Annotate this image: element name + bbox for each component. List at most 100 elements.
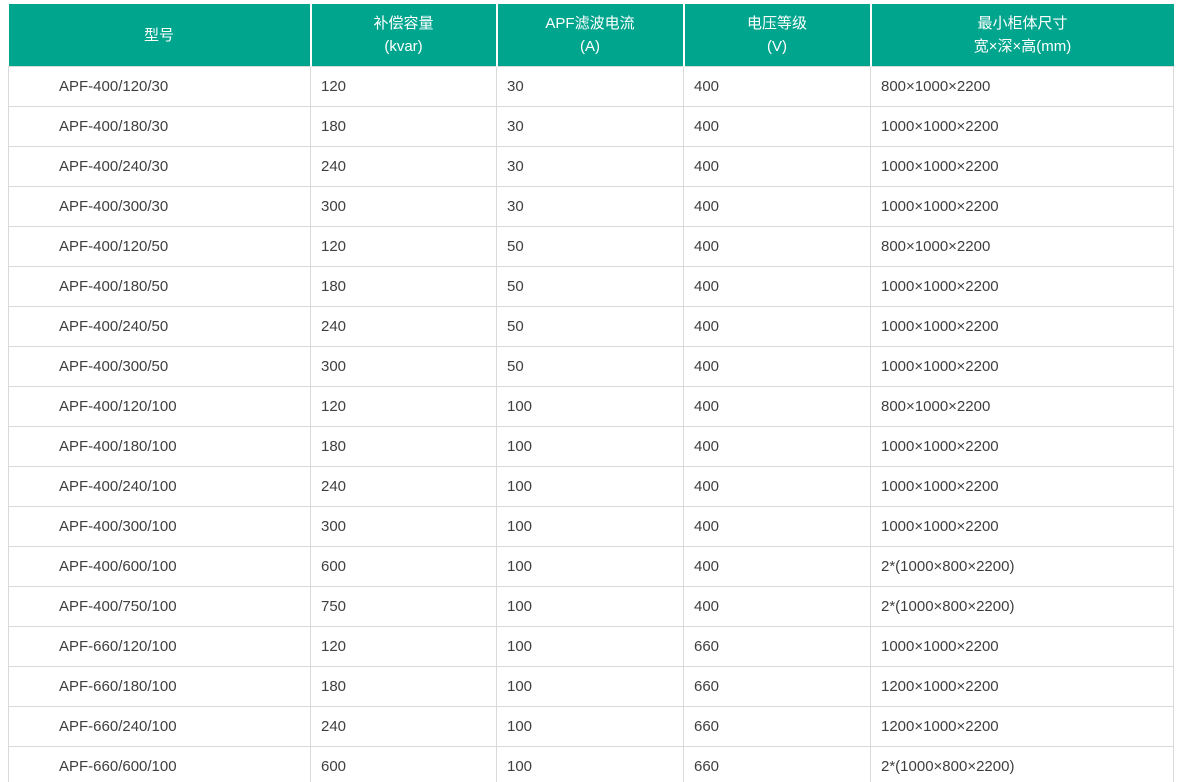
table-row: APF-660/240/100 240 100 660 1200×1000×22… (9, 707, 1174, 747)
model-cell: APF-400/300/30 (9, 187, 311, 227)
voltage-cell: 400 (684, 267, 871, 307)
voltage-cell: 400 (684, 467, 871, 507)
model-cell: APF-400/180/100 (9, 427, 311, 467)
dimensions-cell: 800×1000×2200 (871, 387, 1174, 427)
current-cell: 100 (497, 387, 684, 427)
header-label: 电压等级 (685, 12, 870, 35)
voltage-cell: 400 (684, 587, 871, 627)
capacity-cell: 240 (311, 467, 497, 507)
current-cell: 100 (497, 507, 684, 547)
table-row: APF-400/120/100 120 100 400 800×1000×220… (9, 387, 1174, 427)
table-row: APF-400/180/50 180 50 400 1000×1000×2200 (9, 267, 1174, 307)
capacity-cell: 240 (311, 307, 497, 347)
model-cell: APF-400/240/50 (9, 307, 311, 347)
model-cell: APF-400/120/50 (9, 227, 311, 267)
capacity-cell: 120 (311, 227, 497, 267)
table-row: APF-400/120/30 120 30 400 800×1000×2200 (9, 67, 1174, 107)
header-unit: (A) (498, 35, 683, 58)
current-cell: 50 (497, 227, 684, 267)
current-cell: 100 (497, 427, 684, 467)
current-cell: 50 (497, 267, 684, 307)
header-cell-model: 型号 (9, 4, 311, 67)
voltage-cell: 400 (684, 347, 871, 387)
current-cell: 30 (497, 107, 684, 147)
table-row: APF-400/300/30 300 30 400 1000×1000×2200 (9, 187, 1174, 227)
capacity-cell: 240 (311, 707, 497, 747)
capacity-cell: 300 (311, 507, 497, 547)
voltage-cell: 400 (684, 227, 871, 267)
model-cell: APF-400/300/100 (9, 507, 311, 547)
spec-table-container: 型号 补偿容量 (kvar) APF滤波电流 (A) 电压等级 (V) 最小柜体… (0, 0, 1185, 782)
capacity-cell: 300 (311, 347, 497, 387)
voltage-cell: 400 (684, 427, 871, 467)
dimensions-cell: 1000×1000×2200 (871, 467, 1174, 507)
capacity-cell: 180 (311, 427, 497, 467)
dimensions-cell: 2*(1000×800×2200) (871, 587, 1174, 627)
capacity-cell: 600 (311, 747, 497, 782)
header-label: APF滤波电流 (498, 12, 683, 35)
current-cell: 100 (497, 547, 684, 587)
table-row: APF-400/180/100 180 100 400 1000×1000×22… (9, 427, 1174, 467)
current-cell: 100 (497, 467, 684, 507)
header-unit: 宽×深×高(mm) (872, 35, 1174, 58)
dimensions-cell: 1200×1000×2200 (871, 667, 1174, 707)
header-cell-capacity: 补偿容量 (kvar) (311, 4, 497, 67)
dimensions-cell: 800×1000×2200 (871, 67, 1174, 107)
voltage-cell: 400 (684, 307, 871, 347)
header-cell-dimensions: 最小柜体尺寸 宽×深×高(mm) (871, 4, 1174, 67)
table-row: APF-660/120/100 120 100 660 1000×1000×22… (9, 627, 1174, 667)
capacity-cell: 750 (311, 587, 497, 627)
dimensions-cell: 1000×1000×2200 (871, 347, 1174, 387)
header-cell-filter-current: APF滤波电流 (A) (497, 4, 684, 67)
header-unit: (kvar) (312, 35, 496, 58)
dimensions-cell: 2*(1000×800×2200) (871, 747, 1174, 782)
voltage-cell: 400 (684, 507, 871, 547)
model-cell: APF-400/750/100 (9, 587, 311, 627)
dimensions-cell: 1000×1000×2200 (871, 427, 1174, 467)
capacity-cell: 180 (311, 267, 497, 307)
dimensions-cell: 1000×1000×2200 (871, 307, 1174, 347)
header-label: 最小柜体尺寸 (872, 12, 1174, 35)
capacity-cell: 180 (311, 107, 497, 147)
voltage-cell: 400 (684, 547, 871, 587)
current-cell: 30 (497, 67, 684, 107)
table-row: APF-660/180/100 180 100 660 1200×1000×22… (9, 667, 1174, 707)
model-cell: APF-400/120/100 (9, 387, 311, 427)
model-cell: APF-400/120/30 (9, 67, 311, 107)
voltage-cell: 660 (684, 667, 871, 707)
capacity-cell: 120 (311, 627, 497, 667)
table-row: APF-400/600/100 600 100 400 2*(1000×800×… (9, 547, 1174, 587)
model-cell: APF-400/240/30 (9, 147, 311, 187)
capacity-cell: 240 (311, 147, 497, 187)
voltage-cell: 400 (684, 147, 871, 187)
model-cell: APF-660/120/100 (9, 627, 311, 667)
table-row: APF-660/600/100 600 100 660 2*(1000×800×… (9, 747, 1174, 782)
current-cell: 100 (497, 587, 684, 627)
table-body: APF-400/120/30 120 30 400 800×1000×2200 … (9, 67, 1174, 782)
model-cell: APF-660/240/100 (9, 707, 311, 747)
table-row: APF-400/240/100 240 100 400 1000×1000×22… (9, 467, 1174, 507)
model-cell: APF-400/240/100 (9, 467, 311, 507)
table-row: APF-400/300/100 300 100 400 1000×1000×22… (9, 507, 1174, 547)
current-cell: 50 (497, 347, 684, 387)
model-cell: APF-400/600/100 (9, 547, 311, 587)
header-unit: (V) (685, 35, 870, 58)
table-row: APF-400/240/50 240 50 400 1000×1000×2200 (9, 307, 1174, 347)
dimensions-cell: 2*(1000×800×2200) (871, 547, 1174, 587)
current-cell: 100 (497, 627, 684, 667)
dimensions-cell: 1200×1000×2200 (871, 707, 1174, 747)
dimensions-cell: 1000×1000×2200 (871, 267, 1174, 307)
capacity-cell: 180 (311, 667, 497, 707)
model-cell: APF-400/180/50 (9, 267, 311, 307)
model-cell: APF-660/600/100 (9, 747, 311, 782)
table-row: APF-400/240/30 240 30 400 1000×1000×2200 (9, 147, 1174, 187)
current-cell: 100 (497, 707, 684, 747)
header-label: 型号 (9, 24, 310, 47)
table-row: APF-400/300/50 300 50 400 1000×1000×2200 (9, 347, 1174, 387)
capacity-cell: 300 (311, 187, 497, 227)
table-header-row: 型号 补偿容量 (kvar) APF滤波电流 (A) 电压等级 (V) 最小柜体… (9, 4, 1174, 67)
dimensions-cell: 1000×1000×2200 (871, 107, 1174, 147)
voltage-cell: 660 (684, 707, 871, 747)
apf-spec-table: 型号 补偿容量 (kvar) APF滤波电流 (A) 电压等级 (V) 最小柜体… (8, 4, 1174, 782)
model-cell: APF-660/180/100 (9, 667, 311, 707)
